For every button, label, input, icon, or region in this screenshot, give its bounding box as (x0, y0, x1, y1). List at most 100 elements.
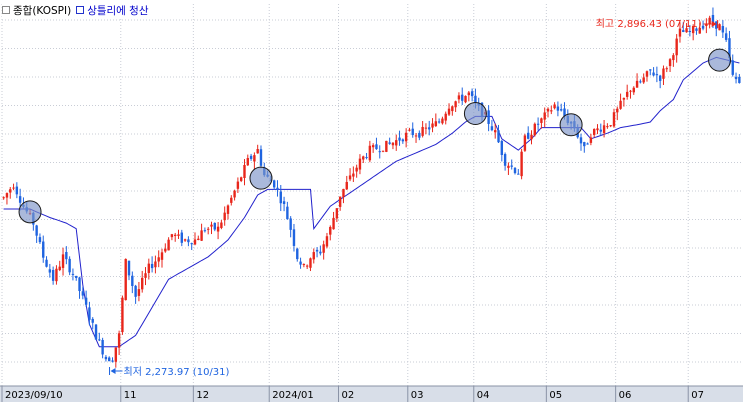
candle[interactable] (197, 235, 200, 241)
candle[interactable] (500, 139, 504, 162)
candle[interactable] (342, 188, 345, 204)
candle[interactable] (51, 266, 55, 285)
candle[interactable] (391, 142, 395, 150)
candle[interactable] (553, 102, 556, 110)
candle[interactable] (210, 221, 213, 235)
candle[interactable] (708, 15, 711, 29)
candle[interactable] (223, 206, 226, 226)
candle[interactable] (371, 143, 375, 153)
candle[interactable] (309, 257, 312, 272)
candle[interactable] (206, 226, 210, 235)
candle[interactable] (220, 220, 223, 230)
exit-signal-circle[interactable] (708, 48, 732, 72)
candle[interactable] (583, 141, 586, 153)
candle[interactable] (256, 144, 259, 154)
exit-signal-circle[interactable] (559, 113, 583, 137)
candle[interactable] (58, 260, 61, 272)
candle[interactable] (167, 237, 170, 251)
candle[interactable] (434, 113, 438, 127)
candle[interactable] (101, 337, 104, 359)
candle[interactable] (530, 130, 533, 145)
candle[interactable] (461, 87, 464, 105)
candle[interactable] (579, 133, 583, 151)
candle[interactable] (355, 164, 358, 178)
candle[interactable] (200, 223, 203, 242)
candle[interactable] (510, 159, 513, 170)
candle[interactable] (388, 137, 391, 145)
candle[interactable] (431, 118, 434, 133)
candle[interactable] (437, 118, 441, 124)
candle[interactable] (12, 183, 15, 191)
candle[interactable] (658, 74, 662, 89)
candle[interactable] (322, 240, 325, 260)
candle[interactable] (289, 216, 292, 238)
candle[interactable] (724, 27, 728, 42)
candlestick-chart[interactable]: 2023/09/10 11 12 2024/01 02 03 04 05 06 07 최고 2,8… (0, 0, 743, 402)
candle[interactable] (170, 233, 174, 241)
candle[interactable] (154, 255, 157, 274)
candle[interactable] (365, 152, 368, 160)
candle[interactable] (279, 184, 282, 212)
candle[interactable] (606, 123, 609, 129)
candle[interactable] (639, 79, 642, 84)
candle[interactable] (398, 130, 401, 146)
candle[interactable] (718, 23, 721, 31)
candle[interactable] (296, 247, 299, 262)
candle[interactable] (299, 257, 302, 269)
candle[interactable] (253, 152, 256, 170)
candle[interactable] (721, 20, 725, 38)
candle[interactable] (276, 180, 279, 197)
candle[interactable] (378, 145, 381, 159)
candle[interactable] (612, 108, 616, 128)
candle[interactable] (236, 177, 240, 193)
candle[interactable] (203, 227, 207, 233)
candle[interactable] (150, 256, 154, 273)
candle[interactable] (556, 101, 560, 117)
candle[interactable] (190, 242, 193, 251)
candle[interactable] (559, 103, 563, 112)
candle[interactable] (421, 120, 424, 138)
candle[interactable] (616, 106, 619, 121)
candle[interactable] (523, 133, 527, 152)
candle[interactable] (117, 330, 121, 356)
candle[interactable] (731, 54, 734, 77)
candle[interactable] (503, 152, 507, 171)
candle[interactable] (91, 317, 94, 330)
candle[interactable] (177, 229, 180, 239)
candle[interactable] (408, 127, 411, 132)
candle[interactable] (401, 138, 405, 144)
candle[interactable] (174, 232, 177, 242)
candle[interactable] (451, 105, 454, 116)
candle[interactable] (428, 120, 431, 136)
candle[interactable] (246, 154, 249, 166)
candle[interactable] (586, 142, 589, 145)
candle[interactable] (517, 169, 520, 175)
candle[interactable] (137, 281, 141, 302)
candle[interactable] (338, 196, 342, 211)
candle[interactable] (42, 235, 45, 263)
candle[interactable] (467, 90, 471, 102)
candle[interactable] (487, 105, 490, 132)
candle[interactable] (325, 232, 329, 249)
candle[interactable] (632, 86, 635, 95)
candle[interactable] (272, 179, 276, 190)
candle[interactable] (375, 137, 378, 150)
candle[interactable] (444, 111, 447, 125)
legend-item-indicator[interactable]: 상틀리에 청산 (76, 3, 149, 18)
candle[interactable] (5, 192, 9, 205)
candle[interactable] (259, 145, 263, 169)
candle[interactable] (454, 100, 457, 112)
candle[interactable] (94, 323, 98, 340)
candle[interactable] (75, 275, 78, 281)
candle[interactable] (71, 268, 75, 281)
exit-signal-circle[interactable] (249, 166, 273, 190)
candle[interactable] (738, 74, 741, 84)
candle[interactable] (131, 271, 134, 294)
candle[interactable] (418, 130, 421, 141)
candle[interactable] (183, 238, 187, 242)
candle[interactable] (160, 248, 164, 268)
candle[interactable] (45, 256, 48, 268)
candle[interactable] (249, 153, 253, 161)
candle[interactable] (345, 175, 348, 190)
candle[interactable] (404, 128, 408, 148)
